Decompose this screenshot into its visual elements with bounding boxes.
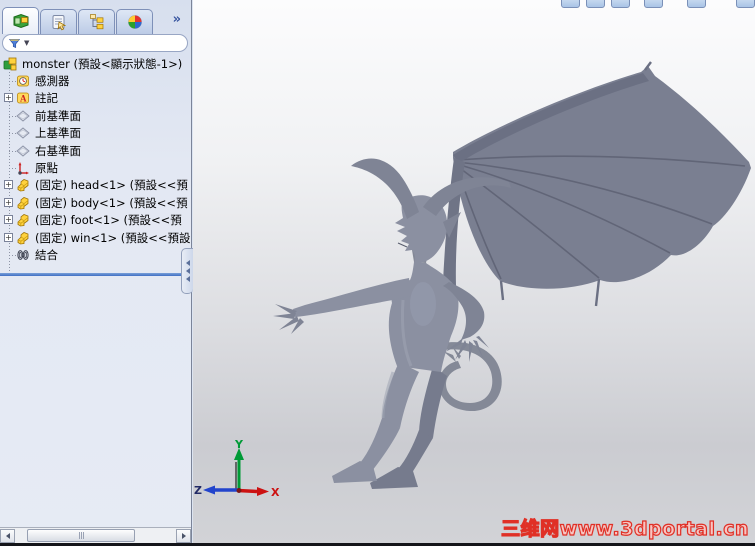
propertymanager-icon (52, 15, 66, 31)
tree-item-label[interactable]: 結合 (35, 247, 58, 263)
tree-gutter (0, 142, 16, 159)
tree-item-label[interactable]: 感測器 (35, 73, 70, 89)
mates-icon (16, 248, 31, 262)
panel-tabbar (2, 7, 153, 34)
expand-plus-icon[interactable]: + (4, 197, 13, 207)
tree-expander-gutter: + (0, 90, 16, 107)
tree-item-label[interactable]: (固定) body<1> (預設<<預 (35, 195, 188, 211)
tree-gutter (0, 246, 16, 263)
panel-overflow-chevron[interactable]: » (173, 12, 181, 27)
tree-gutter (0, 72, 16, 89)
plane-icon (16, 109, 31, 123)
scroll-right-icon (181, 532, 186, 539)
collapse-arrow-icon (185, 268, 190, 274)
reference-triad: Y Z X (194, 440, 280, 499)
plane-icon (16, 126, 31, 140)
filter-dropdown-caret[interactable]: ▼ (24, 39, 29, 47)
tree-item-right-plane[interactable]: 右基準面 (0, 142, 190, 159)
assembly-icon (3, 57, 18, 71)
tree-item-annotations[interactable]: + A 註記 (0, 90, 190, 107)
origin-icon (16, 161, 31, 175)
svg-text:A: A (20, 94, 27, 104)
tree-branch-stub (9, 254, 16, 256)
part-icon (16, 178, 31, 192)
tree-item-sensors[interactable]: 感測器 (0, 72, 190, 89)
tree-item-front-plane[interactable]: 前基準面 (0, 107, 190, 124)
tree-gutter (0, 125, 16, 142)
part-icon (16, 231, 31, 245)
part-icon (16, 213, 31, 227)
tree-gutter (0, 159, 16, 176)
tree-branch-stub (9, 115, 16, 117)
tree-item-label[interactable]: (固定) win<1> (預設<<預設 (35, 230, 190, 246)
z-axis-label: Z (194, 484, 202, 497)
scrollbar-track[interactable] (15, 528, 135, 543)
tree-branch-stub (9, 150, 16, 152)
tree-item-label[interactable]: (固定) foot<1> (預設<<預 (35, 212, 182, 228)
tree-gutter (0, 55, 3, 72)
tree-item-label[interactable]: 前基準面 (35, 108, 81, 124)
y-axis-label: Y (234, 440, 244, 451)
scroll-left-icon (5, 532, 10, 539)
watermark-text: 三维网www.3dportal.cn (500, 517, 749, 540)
displaymanager-icon (127, 15, 142, 29)
tree-expander-gutter: + (0, 194, 16, 211)
tree-expander-gutter: + (0, 229, 16, 246)
tree-item-label[interactable]: 上基準面 (35, 125, 81, 141)
annotations-icon: A (16, 91, 31, 105)
tree-item-monster-root[interactable]: monster (預設<顯示狀態-1>) (0, 55, 190, 72)
tree-item-foot[interactable]: + (固定) foot<1> (預設<<預 (0, 212, 190, 229)
tree-item-mates[interactable]: 結合 (0, 246, 190, 263)
tree-branch-stub (9, 81, 16, 83)
featuremanager-panel: » ▼ monster (預設<顯示狀態-1>) 感測器 + A 註記前基準面 上基準面右… (0, 0, 193, 543)
sensors-icon (16, 74, 31, 88)
tree-item-origin[interactable]: 原點 (0, 159, 190, 176)
tree-splitter-bar[interactable] (0, 273, 191, 276)
graphics-viewport[interactable]: Y Z X 三维网www.3dportal.cn (193, 0, 755, 543)
tree-item-label[interactable]: monster (預設<顯示狀態-1>) (22, 56, 182, 72)
tree-horizontal-scrollbar[interactable] (0, 527, 191, 543)
tree-item-label[interactable]: 原點 (35, 160, 58, 176)
splitter-collapse-handle[interactable] (181, 248, 193, 294)
feature-tree: monster (預設<顯示狀態-1>) 感測器 + A 註記前基準面 上基準面右基準面原… (0, 55, 190, 273)
tree-item-head[interactable]: + (固定) head<1> (預設<<預 (0, 177, 190, 194)
tree-branch-stub (9, 133, 16, 135)
expand-plus-icon[interactable]: + (4, 215, 13, 225)
tree-filter-bar[interactable]: ▼ (2, 34, 188, 52)
tree-expander-gutter: + (0, 177, 16, 194)
tab-propertymanager[interactable] (40, 9, 77, 34)
plane-icon (16, 144, 31, 158)
x-axis-arrow (257, 487, 269, 496)
tree-branch-stub (9, 168, 16, 170)
tab-configurationmanager[interactable] (78, 9, 115, 34)
tree-item-top-plane[interactable]: 上基準面 (0, 125, 190, 142)
tree-item-body[interactable]: + (固定) body<1> (預設<<預 (0, 194, 190, 211)
tree-item-win[interactable]: + (固定) win<1> (預設<<預設 (0, 229, 190, 246)
tree-item-label[interactable]: 右基準面 (35, 143, 81, 159)
x-axis-label: X (271, 486, 280, 499)
tree-item-label[interactable]: (固定) head<1> (預設<<預 (35, 177, 188, 193)
scroll-right-button[interactable] (176, 528, 191, 543)
scroll-left-button[interactable] (0, 528, 15, 543)
part-icon (16, 196, 31, 210)
expand-plus-icon[interactable]: + (4, 93, 13, 103)
tree-expander-gutter: + (0, 212, 16, 229)
featuremanager-icon (13, 13, 28, 29)
collapse-arrow-icon (185, 276, 190, 282)
scrollbar-thumb[interactable] (27, 528, 135, 542)
expand-plus-icon[interactable]: + (4, 232, 13, 242)
tab-displaymanager[interactable] (116, 9, 153, 34)
tree-gutter (0, 107, 16, 124)
tree-item-label[interactable]: 註記 (35, 90, 58, 106)
configurationmanager-icon (89, 14, 103, 30)
filter-funnel-icon (8, 38, 21, 48)
collapse-arrow-icon (185, 260, 190, 266)
z-axis-arrow (203, 485, 215, 495)
expand-plus-icon[interactable]: + (4, 180, 13, 190)
tab-featuremanager[interactable] (2, 7, 39, 34)
